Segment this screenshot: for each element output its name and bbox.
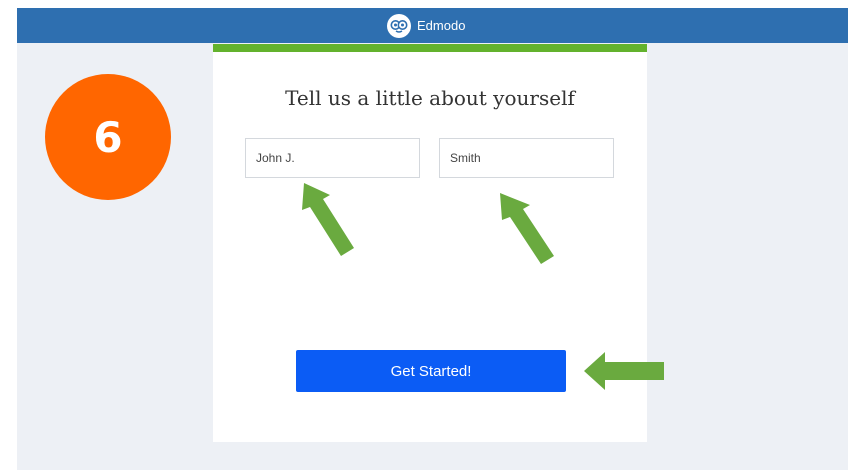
annotation-arrows	[302, 183, 664, 390]
arrow-to-first-name-icon	[302, 183, 354, 256]
arrow-to-last-name-icon	[500, 193, 554, 264]
arrow-to-get-started-icon	[584, 352, 664, 390]
